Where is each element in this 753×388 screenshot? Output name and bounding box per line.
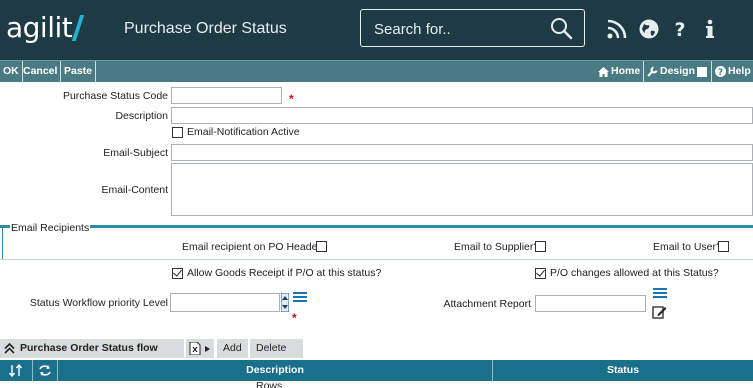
search-box[interactable]: Search for.. (360, 9, 585, 47)
attachment-report-label: Attachment Report (443, 298, 531, 310)
paste-button[interactable]: Paste (61, 61, 97, 82)
status-code-label: Purchase Status Code (62, 90, 168, 102)
flow-grid-header: Description Status (0, 360, 753, 381)
email-supplier-checkbox[interactable] (535, 241, 546, 252)
design-label: Design (660, 65, 696, 77)
export-excel-button[interactable]: X (186, 339, 214, 358)
help-label: Help (728, 65, 751, 77)
home-label: Home (611, 65, 641, 77)
svg-text:?: ? (674, 19, 685, 40)
email-content-textarea[interactable] (171, 163, 753, 216)
svg-text:X: X (192, 346, 198, 354)
attachment-list-icon[interactable] (653, 288, 667, 300)
search-input[interactable]: Search for.. (374, 21, 451, 38)
recipients-legend: Email Recipients (10, 222, 91, 234)
description-label: Description (115, 110, 168, 122)
workflow-list-icon[interactable] (293, 292, 307, 304)
app-header: agilit Purchase Order Status Search for.… (0, 0, 753, 60)
goods-receipt-checkbox[interactable] (172, 268, 183, 279)
excel-icon: X (189, 342, 201, 355)
add-row-button[interactable]: Add (217, 339, 248, 358)
action-toolbar: OK Cancel Paste Home Design ? Help (0, 60, 753, 82)
email-user-label: Email to User? (653, 241, 722, 253)
status-column-header[interactable]: Status (493, 360, 753, 381)
status-code-input[interactable] (171, 87, 282, 104)
globe-icon[interactable] (638, 18, 660, 40)
required-marker-workflow: * (292, 311, 297, 325)
workflow-spinner-icon[interactable] (281, 293, 289, 312)
page-title: Purchase Order Status (124, 20, 287, 37)
home-button[interactable]: Home (598, 61, 640, 82)
email-notification-checkbox[interactable] (172, 127, 183, 138)
svg-text:?: ? (718, 68, 723, 77)
po-changes-label: P/O changes allowed at this Status? (550, 267, 719, 279)
required-marker: * (289, 92, 294, 106)
workflow-priority-input[interactable] (170, 293, 280, 312)
goods-receipt-label: Allow Goods Receipt if P/O at this statu… (187, 267, 382, 279)
email-subject-input[interactable] (171, 144, 753, 161)
help-icon[interactable]: ? (669, 18, 691, 40)
edit-icon[interactable] (652, 305, 667, 319)
delete-selected-rows-button[interactable]: Delete Selected Rows (250, 339, 303, 388)
refresh-column-header[interactable] (33, 360, 58, 381)
description-column-header[interactable]: Description (58, 360, 493, 381)
logo-text: agilit (6, 11, 73, 44)
design-button[interactable]: Design (643, 61, 708, 82)
logo-slash-mark (71, 15, 85, 41)
refresh-icon (39, 365, 51, 376)
po-header-recipient-checkbox[interactable] (316, 241, 327, 252)
sort-column-header[interactable] (0, 360, 33, 381)
description-input[interactable] (171, 107, 753, 124)
cancel-button[interactable]: Cancel (20, 61, 62, 82)
sort-icon (8, 363, 23, 378)
app-logo[interactable]: agilit (6, 11, 85, 45)
dropdown-arrow-icon (205, 346, 210, 352)
attachment-report-input[interactable] (535, 295, 646, 312)
collapse-chevrons-icon[interactable] (4, 343, 15, 354)
search-icon[interactable] (549, 16, 573, 40)
po-header-recipient-label: Email recipient on PO Header? (182, 241, 327, 253)
email-subject-label: Email-Subject (103, 147, 168, 159)
email-notification-label: Email-Notification Active (187, 126, 300, 138)
help-circle-icon: ? (715, 66, 726, 77)
po-changes-checkbox[interactable] (535, 268, 546, 279)
design-toggle-checkbox[interactable] (697, 66, 708, 77)
recipients-bottom-divider (0, 259, 753, 260)
email-supplier-label: Email to Supplier? (454, 241, 540, 253)
wrench-icon (647, 66, 658, 77)
email-content-label: Email-Content (101, 184, 168, 196)
recipients-fieldset (2, 227, 753, 260)
help-button[interactable]: ? Help (711, 61, 751, 82)
flow-control-title[interactable]: Purchase Order Status flow control (0, 339, 184, 373)
rss-icon[interactable] (606, 18, 628, 40)
home-icon (598, 66, 609, 77)
workflow-priority-label: Status Workflow priority Level (29, 297, 168, 309)
info-icon[interactable] (699, 18, 721, 40)
email-user-checkbox[interactable] (718, 241, 729, 252)
